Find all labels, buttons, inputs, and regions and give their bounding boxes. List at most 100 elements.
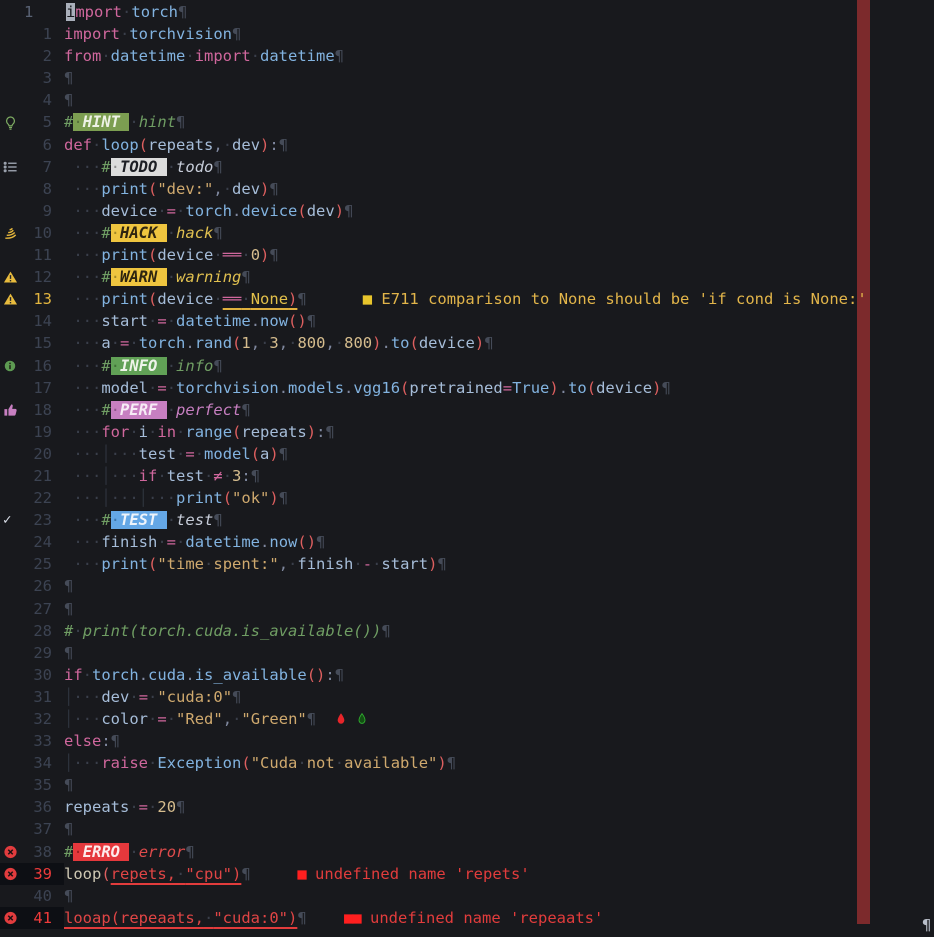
code-text[interactable]: ¶ (64, 575, 73, 597)
code-line[interactable]: 38#·ERRO ·error¶ (0, 841, 934, 863)
token: ··· (111, 467, 139, 485)
code-line[interactable]: 10 ···#·HACK ·hack¶ (0, 222, 934, 244)
code-line[interactable]: 36repeats·=·20¶ (0, 796, 934, 818)
code-line[interactable]: 41 looap(repeaats,·"cuda:0")¶ ■■ undefine… (0, 907, 934, 929)
code-text[interactable]: ···device·=·torch.device(dev)¶ (64, 200, 353, 222)
code-text[interactable]: ···model·=·torchvision.models.vgg16(pret… (64, 377, 671, 399)
code-line[interactable]: 25 ···print("time·spent:",·finish·-·star… (0, 553, 934, 575)
token: · (251, 47, 260, 65)
token: datetime (111, 47, 186, 65)
code-line[interactable]: 17 ···model·=·torchvision.models.vgg16(p… (0, 377, 934, 399)
code-text[interactable]: │···dev·=·"cuda:0"¶ (64, 686, 241, 708)
token: import (195, 47, 251, 65)
code-line[interactable]: 20 ···│···test·=·model(a)¶ (0, 443, 934, 465)
code-text[interactable]: ···#·WARN ·warning¶ (64, 266, 251, 288)
code-line[interactable]: 4¶ (0, 89, 934, 111)
code-line[interactable]: 8 ···print("dev:",·dev)¶ (0, 178, 934, 200)
code-line[interactable]: 27¶ (0, 598, 934, 620)
token: · (148, 710, 157, 728)
code-line[interactable]: 29¶ (0, 642, 934, 664)
editor-buffer[interactable]: 1import·torch¶1import·torchvision¶2from·… (0, 1, 934, 929)
code-line[interactable]: 19 ···for·i·in·range(repeats):¶ (0, 421, 934, 443)
code-text[interactable]: ¶ (64, 642, 73, 664)
code-text[interactable]: ¶ (64, 885, 73, 907)
code-line[interactable]: 3¶ (0, 67, 934, 89)
code-line[interactable]: 7 ···#·TODO ·todo¶ (0, 156, 934, 178)
token: ··· (64, 489, 101, 507)
code-line[interactable]: 34│···raise·Exception("Cuda·not·availabl… (0, 752, 934, 774)
code-line[interactable]: 33else:¶ (0, 730, 934, 752)
token: () (288, 312, 307, 330)
code-text[interactable]: from·datetime·import·datetime¶ (64, 45, 344, 67)
code-line[interactable]: 26¶ (0, 575, 934, 597)
code-text[interactable]: import·torch¶ (66, 1, 187, 23)
code-line[interactable]: 13 ···print(device·══·None)¶ ■ E711 comp… (0, 288, 934, 310)
code-text[interactable]: ···finish·=·datetime.now()¶ (64, 531, 325, 553)
code-line[interactable]: 31│···dev·=·"cuda:0"¶ (0, 686, 934, 708)
code-text[interactable]: ···#·TEST ·test¶ (64, 509, 223, 531)
code-line[interactable]: 28#·print(torch.cuda.is_available())¶ (0, 620, 934, 642)
code-text[interactable]: ···print("dev:",·dev)¶ (64, 178, 279, 200)
code-text[interactable]: import·torchvision¶ (64, 23, 241, 45)
code-text[interactable]: ···print(device·══·None)¶ ■ E711 compari… (64, 288, 867, 310)
code-line[interactable]: 39loop(repets,·"cpu")¶ ■ undefined name … (0, 863, 934, 885)
code-line[interactable]: 14 ···start·=·datetime.now()¶ (0, 310, 934, 332)
code-line[interactable]: 21 ···│···if·test·≠·3:¶ (0, 465, 934, 487)
code-line[interactable]: 11 ···print(device·══·0)¶ (0, 244, 934, 266)
code-line[interactable]: 15 ···a·=·torch.rand(1,·3,·800,·800).to(… (0, 332, 934, 354)
gutter-padding (52, 222, 64, 244)
code-text[interactable]: repeats·=·20¶ (64, 796, 185, 818)
token: · (167, 357, 176, 375)
code-line[interactable]: 16 ···#·INFO ·info¶ (0, 355, 934, 377)
code-text[interactable]: ···│···test·=·model(a)¶ (64, 443, 288, 465)
code-text[interactable]: ¶ (64, 67, 73, 89)
code-text[interactable]: ···#·PERF ·perfect¶ (64, 399, 251, 421)
code-text[interactable]: #·HINT ·hint¶ (64, 111, 185, 133)
code-text[interactable]: loop(repets,·"cpu")¶ ■ undefined name 'r… (64, 863, 530, 885)
token: · (297, 754, 306, 772)
code-line[interactable]: 18 ···#·PERF ·perfect¶ (0, 399, 934, 421)
code-text[interactable]: ···for·i·in·range(repeats):¶ (64, 421, 335, 443)
gutter-padding (52, 509, 64, 531)
code-text[interactable]: ···│···│···print("ok")¶ (64, 487, 288, 509)
code-line[interactable]: 24 ···finish·=·datetime.now()¶ (0, 531, 934, 553)
code-text[interactable]: ···#·TODO ·todo¶ (64, 156, 223, 178)
code-text[interactable]: def·loop(repeats,·dev):¶ (64, 134, 288, 156)
code-text[interactable]: ···start·=·datetime.now()¶ (64, 310, 316, 332)
code-line[interactable]: 22 ···│···│···print("ok")¶ (0, 487, 934, 509)
code-line[interactable]: 2from·datetime·import·datetime¶ (0, 45, 934, 67)
code-text[interactable]: looap(repeaats,·"cuda:0")¶ ■■ undefined … (64, 907, 603, 929)
code-text[interactable]: ···#·INFO ·info¶ (64, 355, 223, 377)
code-text[interactable]: ¶ (64, 818, 73, 840)
code-line[interactable]: ✓23 ···#·TEST ·test¶ (0, 509, 934, 531)
code-line[interactable]: 6def·loop(repeats,·dev):¶ (0, 134, 934, 156)
code-text[interactable]: if·torch.cuda.is_available():¶ (64, 664, 344, 686)
code-text[interactable]: ···print("time·spent:",·finish·-·start)¶ (64, 553, 447, 575)
code-line[interactable]: 30if·torch.cuda.is_available():¶ (0, 664, 934, 686)
code-text[interactable]: #·print(torch.cuda.is_available())¶ (64, 620, 391, 642)
code-text[interactable]: ¶ (64, 89, 73, 111)
token: · (232, 710, 241, 728)
code-line[interactable]: 40¶ (0, 885, 934, 907)
code-line[interactable]: 35¶ (0, 774, 934, 796)
code-text[interactable]: ···#·HACK ·hack¶ (64, 222, 223, 244)
code-text[interactable]: else:¶ (64, 730, 120, 752)
gutter-padding (52, 885, 64, 907)
code-text[interactable]: ¶ (64, 598, 73, 620)
code-line[interactable]: 9 ···device·=·torch.device(dev)¶ (0, 200, 934, 222)
code-text[interactable]: ···│···if·test·≠·3:¶ (64, 465, 260, 487)
line-number: 41 (22, 907, 52, 929)
code-line[interactable]: 32│···color·=·"Red",·"Green"¶ (0, 708, 934, 730)
code-text[interactable]: │···color·=·"Red",·"Green"¶ (64, 708, 368, 730)
code-line[interactable]: 1import·torchvision¶ (0, 23, 934, 45)
code-text[interactable]: #·ERRO ·error¶ (64, 841, 195, 863)
code-text[interactable]: │···raise·Exception("Cuda·not·available"… (64, 752, 456, 774)
code-line[interactable]: 12 ···#·WARN ·warning¶ (0, 266, 934, 288)
code-text[interactable]: ¶ (64, 774, 73, 796)
code-line[interactable]: 1import·torch¶ (0, 1, 934, 23)
gutter: 37 (0, 818, 64, 840)
code-text[interactable]: ···a·=·torch.rand(1,·3,·800,·800).to(dev… (64, 332, 494, 354)
code-line[interactable]: 37¶ (0, 818, 934, 840)
code-line[interactable]: 5#·HINT ·hint¶ (0, 111, 934, 133)
code-text[interactable]: ···print(device·══·0)¶ (64, 244, 279, 266)
